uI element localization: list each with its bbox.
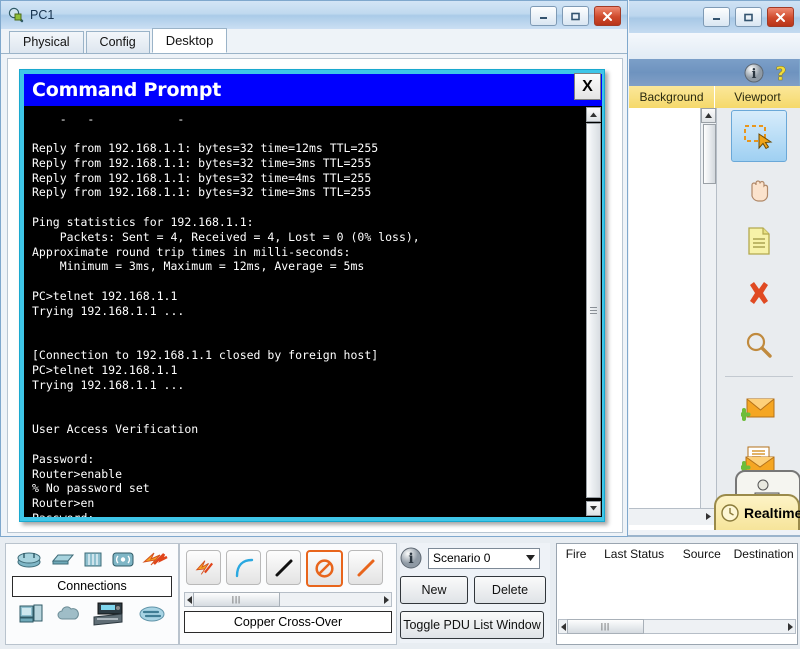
device-selection-panel: Connections	[5, 543, 179, 645]
tool-divider	[725, 376, 793, 377]
end-device-icon[interactable]	[18, 603, 44, 625]
terminal-screen[interactable]: - - - Reply from 192.168.1.1: bytes=32 t…	[24, 106, 602, 517]
command-prompt-close-button[interactable]: X	[574, 73, 601, 100]
pt-menu-strip	[629, 33, 800, 59]
pc1-minimize-button[interactable]	[530, 6, 557, 26]
pt-toolbar-blue: i ?	[629, 59, 800, 86]
connections-label: Connections	[12, 576, 172, 597]
command-prompt-titlebar[interactable]: Command Prompt	[24, 74, 602, 106]
server-rack-icon[interactable]	[92, 601, 126, 627]
realtime-mode-tab[interactable]: Realtime	[714, 494, 800, 530]
scroll-up-icon[interactable]	[586, 107, 601, 122]
info-icon[interactable]: i	[744, 63, 764, 83]
column-fire[interactable]: Fire	[557, 547, 595, 561]
connection-type-panel: ||| Copper Cross-Over	[179, 543, 397, 645]
pc1-title-label: PC1	[30, 8, 54, 22]
pt-window-titlebar	[629, 0, 800, 34]
realtime-label: Realtime	[744, 505, 800, 521]
pc1-window-controls	[530, 6, 621, 26]
pdu-table-header: Fire Last Status Source Destination	[557, 544, 797, 564]
device-category-row	[6, 544, 178, 574]
add-simple-pdu-tool[interactable]	[732, 383, 786, 433]
cable-copper-straight-button[interactable]	[266, 550, 301, 585]
scenario-info-icon[interactable]: i	[400, 547, 422, 569]
hub-icon[interactable]	[83, 550, 103, 568]
command-prompt-title-label: Command Prompt	[24, 79, 221, 101]
pc1-window-icon	[8, 7, 24, 23]
pc1-close-button[interactable]	[594, 6, 621, 26]
connections-icon[interactable]	[142, 549, 168, 569]
cable-scroll-thumb[interactable]: |||	[193, 592, 280, 607]
inspect-tool[interactable]	[732, 320, 786, 370]
pc1-maximize-button[interactable]	[562, 6, 589, 26]
tab-physical[interactable]: Physical	[9, 31, 84, 53]
place-note-tool[interactable]	[732, 216, 786, 266]
column-destination[interactable]: Destination	[730, 547, 797, 561]
pc1-window: PC1 Physical Config Desktop Command Prom…	[0, 0, 628, 537]
terminal-output: - - - Reply from 192.168.1.1: bytes=32 t…	[32, 112, 582, 518]
command-prompt-window: Command Prompt X - - - Reply from 192.16…	[19, 69, 605, 522]
scenario-selected-value: Scenario 0	[433, 551, 490, 565]
toggle-pdu-list-button[interactable]: Toggle PDU List Window	[400, 611, 544, 639]
workspace-scroll-thumb[interactable]	[703, 124, 716, 184]
pdu-list-table: Fire Last Status Source Destination |||	[556, 543, 798, 645]
scroll-right-icon[interactable]	[383, 596, 389, 604]
pdu-table-scrollbar[interactable]: |||	[558, 619, 796, 634]
scroll-up-icon[interactable]	[701, 108, 716, 123]
pt-tool-column	[716, 108, 800, 530]
pt-view-tabs: Background Viewport	[629, 86, 800, 109]
selected-connection-type-label: Copper Cross-Over	[184, 611, 392, 633]
cloud-icon[interactable]	[56, 605, 80, 623]
pt-close-button[interactable]	[767, 7, 794, 27]
device-type-row	[6, 599, 178, 629]
terminal-vertical-scrollbar[interactable]	[586, 107, 601, 516]
svg-text:i: i	[752, 67, 757, 82]
chevron-down-icon[interactable]	[526, 555, 535, 561]
select-tool[interactable]	[731, 110, 787, 162]
column-last-status[interactable]: Last Status	[595, 547, 673, 561]
delete-scenario-button[interactable]: Delete	[474, 576, 546, 604]
scenario-select[interactable]: Scenario 0	[428, 548, 540, 569]
cable-copper-crossover-blocked-button[interactable]	[306, 550, 343, 587]
help-icon[interactable]: ?	[773, 63, 789, 83]
terminal-scroll-thumb[interactable]	[586, 123, 601, 498]
scroll-down-icon[interactable]	[586, 501, 601, 516]
tab-config[interactable]: Config	[86, 31, 150, 53]
multiuser-cloud-icon[interactable]	[138, 604, 166, 624]
cable-list-scrollbar[interactable]: |||	[184, 592, 392, 607]
tab-background[interactable]: Background	[629, 90, 714, 104]
wireless-device-icon[interactable]	[111, 550, 135, 568]
bottom-toolbar: Connections	[0, 535, 800, 649]
clock-icon	[720, 503, 740, 523]
svg-text:?: ?	[775, 63, 786, 83]
move-layout-tool[interactable]	[732, 164, 786, 214]
router-icon[interactable]	[16, 549, 42, 569]
pt-window-controls	[703, 7, 794, 27]
scenario-panel: i Scenario 0 New Delete Toggle PDU List …	[400, 543, 550, 643]
cable-copper-crossover-button[interactable]	[348, 550, 383, 585]
svg-text:i: i	[408, 551, 413, 567]
cable-automatic-button[interactable]	[186, 550, 221, 585]
scroll-grip-icon	[590, 310, 597, 311]
pt-minimize-button[interactable]	[703, 7, 730, 27]
column-source[interactable]: Source	[673, 547, 730, 561]
switch-icon[interactable]	[49, 550, 75, 568]
workspace-vertical-scrollbar[interactable]	[700, 108, 717, 508]
cable-console-button[interactable]	[226, 550, 261, 585]
pdu-scroll-thumb[interactable]: |||	[567, 619, 644, 634]
delete-tool[interactable]	[732, 268, 786, 318]
pt-maximize-button[interactable]	[735, 7, 762, 27]
pdu-table-body	[557, 564, 797, 619]
new-scenario-button[interactable]: New	[400, 576, 468, 604]
pc1-titlebar[interactable]: PC1	[1, 1, 627, 29]
scroll-right-icon[interactable]	[787, 623, 793, 631]
workspace-horizontal-scrollbar[interactable]	[629, 508, 716, 525]
tab-desktop[interactable]: Desktop	[152, 28, 228, 53]
tab-viewport[interactable]: Viewport	[715, 90, 800, 104]
pc1-tab-bar: Physical Config Desktop	[1, 29, 627, 54]
cable-button-row	[180, 544, 396, 587]
